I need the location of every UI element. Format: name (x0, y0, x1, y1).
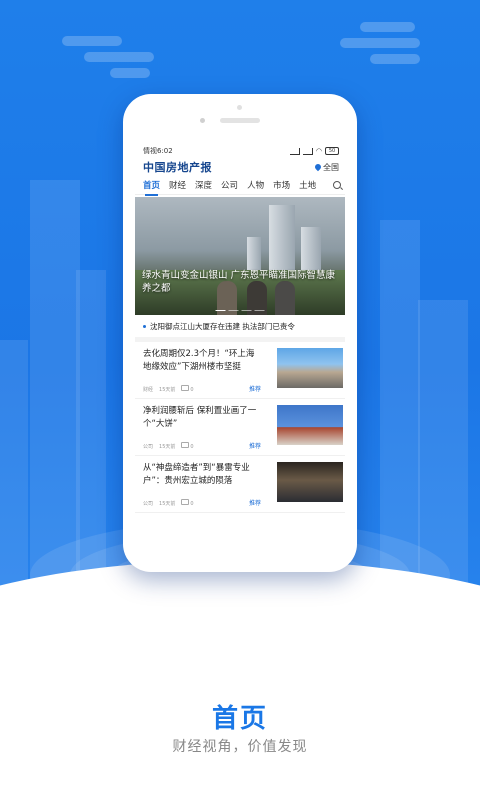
news-time: 15天前 (159, 386, 176, 393)
carousel-dot[interactable] (241, 309, 252, 311)
news-time: 15天前 (159, 500, 176, 507)
news-thumbnail[interactable] (277, 405, 343, 445)
banner-title[interactable]: 绿水青山变金山银山 广东恩平瞄准国际智慧康养之都 (142, 269, 338, 295)
battery-icon: 50 (325, 147, 339, 155)
earpiece (220, 118, 260, 123)
tab-company[interactable]: 公司 (221, 179, 238, 191)
ticker-text: 沈阳御点江山大厦存在违建 执法部门已责令 (150, 321, 295, 331)
featured-banner[interactable]: 绿水青山变金山银山 广东恩平瞄准国际智慧康养之都 (135, 197, 345, 315)
news-source: 财经 (143, 386, 154, 393)
status-bar: 情视6:02 ◠ 50 (135, 144, 345, 158)
news-source: 公司 (143, 443, 154, 450)
recommend-tag: 推荐 (249, 386, 262, 393)
news-meta: 公司 15天前 0 (143, 499, 194, 507)
comment-count: 0 (190, 501, 194, 507)
banner-image-tower (301, 227, 321, 275)
cloud-decoration (360, 22, 415, 32)
category-tabs: 首页 财经 深度 公司 人物 市场 土地 (135, 176, 345, 196)
carousel-dot[interactable] (228, 309, 239, 311)
wave-divider (0, 560, 480, 660)
app-screen: 情视6:02 ◠ 50 中国房地产报 全国 首页 财经 深度 公司 人物 市场 … (135, 144, 345, 550)
building-decoration (0, 340, 28, 600)
comment-count: 0 (190, 387, 194, 393)
cloud-decoration (340, 38, 420, 48)
carousel-dot[interactable] (215, 309, 226, 311)
news-meta: 公司 15天前 0 (143, 442, 194, 450)
news-thumbnail[interactable] (277, 348, 343, 388)
tab-market[interactable]: 市场 (273, 179, 290, 191)
news-title[interactable]: 去化周期仅2.3个月！“环上海地缘效应”下湖州楼市坚挺 (143, 348, 261, 374)
news-item[interactable]: 从“神盘缔造者”到“暴雷专业户”：贵州宏立城的陨落 公司 15天前 0 推荐 (135, 456, 345, 513)
caption-title: 首页 (211, 704, 268, 734)
news-item[interactable]: 去化周期仅2.3个月！“环上海地缘效应”下湖州楼市坚挺 财经 15天前 0 推荐 (135, 342, 345, 399)
news-time: 15天前 (159, 443, 176, 450)
region-label: 全国 (323, 162, 339, 172)
comment-icon (181, 385, 190, 391)
news-meta: 财经 15天前 0 (143, 385, 194, 393)
tab-land[interactable]: 土地 (299, 179, 316, 191)
phone-mockup: 情视6:02 ◠ 50 中国房地产报 全国 首页 财经 深度 公司 人物 市场 … (123, 94, 357, 572)
news-source: 公司 (143, 500, 154, 507)
region-selector[interactable]: 全国 (313, 162, 339, 173)
search-icon[interactable] (333, 181, 341, 189)
headline-ticker[interactable]: 沈阳御点江山大厦存在违建 执法部门已责令 (135, 315, 345, 342)
cloud-decoration (62, 36, 122, 46)
tab-people[interactable]: 人物 (247, 179, 264, 191)
carousel-indicator (215, 309, 265, 311)
banner-image-tower (269, 205, 295, 275)
news-title[interactable]: 从“神盘缔造者”到“暴雷专业户”：贵州宏立城的陨落 (143, 462, 261, 488)
app-logo: 中国房地产报 (143, 161, 212, 174)
news-title[interactable]: 净利润腰斩后 保利置业画了一个“大饼” (143, 405, 261, 431)
carousel-dot[interactable] (254, 309, 265, 311)
tab-home[interactable]: 首页 (143, 179, 160, 196)
location-pin-icon (313, 162, 323, 172)
front-camera (200, 118, 205, 123)
cloud-decoration (370, 54, 420, 64)
signal-icon (289, 147, 300, 155)
recommend-tag: 推荐 (249, 443, 262, 450)
signal-icon (302, 147, 313, 155)
app-header: 中国房地产报 全国 (135, 158, 345, 176)
tab-depth[interactable]: 深度 (195, 179, 212, 191)
news-item[interactable]: 净利润腰斩后 保利置业画了一个“大饼” 公司 15天前 0 推荐 (135, 399, 345, 456)
status-time: 情视6:02 (143, 147, 173, 155)
comment-icon (181, 499, 190, 505)
sensor-dot (237, 105, 242, 110)
ticker-bullet (143, 324, 146, 328)
news-thumbnail[interactable] (277, 462, 343, 502)
comment-count: 0 (190, 444, 194, 450)
tab-finance[interactable]: 财经 (169, 179, 186, 191)
recommend-tag: 推荐 (249, 500, 262, 507)
cloud-decoration (84, 52, 154, 62)
wifi-icon: ◠ (315, 147, 322, 155)
caption-subtitle: 财经视角，价值发现 (172, 739, 308, 755)
comment-icon (181, 442, 190, 448)
building-decoration (30, 180, 80, 600)
cloud-decoration (110, 68, 150, 78)
